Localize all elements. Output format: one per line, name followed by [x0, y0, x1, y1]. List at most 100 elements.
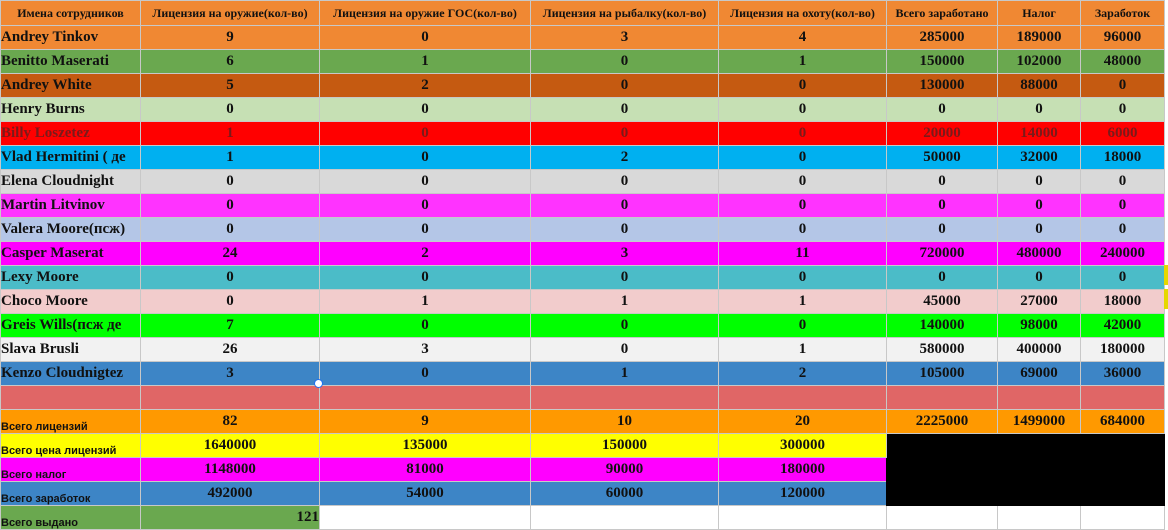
summary-value-cell[interactable]: 492000	[140, 481, 320, 506]
empty-cell[interactable]	[997, 385, 1081, 410]
empty-cell[interactable]	[530, 505, 719, 530]
value-cell[interactable]: 7	[140, 313, 320, 338]
summary-value-cell[interactable]: 54000	[319, 481, 531, 506]
value-cell[interactable]: 2	[718, 361, 887, 386]
value-cell[interactable]: 0	[319, 265, 531, 290]
value-cell[interactable]: 0	[530, 193, 719, 218]
value-cell[interactable]: 0	[530, 49, 719, 74]
value-cell[interactable]: 0	[530, 97, 719, 122]
summary-value-cell[interactable]: 180000	[718, 457, 887, 482]
value-cell[interactable]: 2	[319, 241, 531, 266]
value-cell[interactable]: 0	[319, 145, 531, 170]
summary-label[interactable]: Всего заработок	[0, 481, 141, 506]
employee-name-cell[interactable]: Lexy Moore	[0, 265, 141, 290]
value-cell[interactable]: 36000	[1080, 361, 1165, 386]
employee-name-cell[interactable]: Greis Wills(псж де	[0, 313, 141, 338]
header-cell-total-earned[interactable]: Всего заработано	[886, 0, 998, 26]
header-cell-weapon-gov[interactable]: Лицензия на оружие ГОС(кол-во)	[319, 0, 531, 26]
value-cell[interactable]: 1	[718, 337, 887, 362]
value-cell[interactable]: 18000	[1080, 289, 1165, 314]
value-cell[interactable]: 0	[997, 217, 1081, 242]
value-cell[interactable]: 9	[140, 25, 320, 50]
value-cell[interactable]: 0	[718, 169, 887, 194]
value-cell[interactable]: 11	[718, 241, 887, 266]
value-cell[interactable]: 0	[886, 97, 998, 122]
summary-label[interactable]: Всего лицензий	[0, 409, 141, 434]
value-cell[interactable]: 0	[997, 97, 1081, 122]
empty-cell[interactable]	[718, 505, 887, 530]
value-cell[interactable]: 3	[140, 361, 320, 386]
value-cell[interactable]: 0	[319, 97, 531, 122]
value-cell[interactable]: 98000	[997, 313, 1081, 338]
value-cell[interactable]: 96000	[1080, 25, 1165, 50]
value-cell[interactable]: 0	[997, 169, 1081, 194]
summary-value-cell[interactable]: 300000	[718, 433, 887, 458]
value-cell[interactable]: 0	[319, 361, 531, 386]
value-cell[interactable]: 26	[140, 337, 320, 362]
value-cell[interactable]: 27000	[997, 289, 1081, 314]
value-cell[interactable]: 0	[530, 337, 719, 362]
empty-cell[interactable]	[997, 505, 1081, 530]
value-cell[interactable]: 6000	[1080, 121, 1165, 146]
value-cell[interactable]: 1	[319, 289, 531, 314]
value-cell[interactable]: 32000	[997, 145, 1081, 170]
employee-name-cell[interactable]: Choco Moore	[0, 289, 141, 314]
value-cell[interactable]: 0	[140, 217, 320, 242]
value-cell[interactable]: 150000	[886, 49, 998, 74]
value-cell[interactable]: 88000	[997, 73, 1081, 98]
value-cell[interactable]: 20000	[886, 121, 998, 146]
value-cell[interactable]: 0	[718, 313, 887, 338]
value-cell[interactable]: 0	[530, 313, 719, 338]
value-cell[interactable]: 0	[140, 265, 320, 290]
value-cell[interactable]: 0	[140, 289, 320, 314]
empty-cell[interactable]	[1080, 505, 1165, 530]
value-cell[interactable]: 0	[718, 121, 887, 146]
summary-label[interactable]: Всего цена лицензий	[0, 433, 141, 458]
summary-value-cell[interactable]: 1640000	[140, 433, 320, 458]
value-cell[interactable]: 3	[319, 337, 531, 362]
value-cell[interactable]: 0	[530, 265, 719, 290]
value-cell[interactable]: 0	[718, 145, 887, 170]
empty-cell[interactable]	[886, 505, 998, 530]
total-issued-value[interactable]: 121	[140, 505, 320, 530]
employee-name-cell[interactable]: Andrey White	[0, 73, 141, 98]
empty-cell[interactable]	[718, 385, 887, 410]
value-cell[interactable]: 3	[530, 241, 719, 266]
value-cell[interactable]: 48000	[1080, 49, 1165, 74]
value-cell[interactable]: 0	[1080, 217, 1165, 242]
value-cell[interactable]: 0	[140, 97, 320, 122]
summary-value-cell[interactable]: 60000	[530, 481, 719, 506]
value-cell[interactable]: 0	[718, 193, 887, 218]
header-cell-name[interactable]: Имена сотрудников	[0, 0, 141, 26]
empty-cell[interactable]	[530, 385, 719, 410]
employee-name-cell[interactable]: Benitto Maserati	[0, 49, 141, 74]
value-cell[interactable]: 0	[319, 217, 531, 242]
value-cell[interactable]: 14000	[997, 121, 1081, 146]
summary-value-cell[interactable]: 90000	[530, 457, 719, 482]
header-cell-hunting[interactable]: Лицензия на охоту(кол-во)	[718, 0, 887, 26]
summary-value-cell[interactable]: 120000	[718, 481, 887, 506]
value-cell[interactable]: 69000	[997, 361, 1081, 386]
value-cell[interactable]: 102000	[997, 49, 1081, 74]
value-cell[interactable]: 0	[997, 265, 1081, 290]
empty-cell[interactable]	[0, 385, 141, 410]
value-cell[interactable]: 240000	[1080, 241, 1165, 266]
value-cell[interactable]: 2	[530, 145, 719, 170]
summary-value-cell[interactable]: 684000	[1080, 409, 1165, 434]
value-cell[interactable]: 0	[319, 25, 531, 50]
summary-value-cell[interactable]: 9	[319, 409, 531, 434]
value-cell[interactable]: 0	[886, 217, 998, 242]
value-cell[interactable]: 0	[1080, 169, 1165, 194]
value-cell[interactable]: 0	[1080, 73, 1165, 98]
value-cell[interactable]: 0	[530, 73, 719, 98]
value-cell[interactable]: 1	[718, 289, 887, 314]
value-cell[interactable]: 1	[718, 49, 887, 74]
summary-value-cell[interactable]: 135000	[319, 433, 531, 458]
value-cell[interactable]: 0	[319, 169, 531, 194]
summary-value-cell[interactable]: 1148000	[140, 457, 320, 482]
value-cell[interactable]: 180000	[1080, 337, 1165, 362]
value-cell[interactable]: 5	[140, 73, 320, 98]
value-cell[interactable]: 3	[530, 25, 719, 50]
value-cell[interactable]: 6	[140, 49, 320, 74]
value-cell[interactable]: 1	[319, 49, 531, 74]
